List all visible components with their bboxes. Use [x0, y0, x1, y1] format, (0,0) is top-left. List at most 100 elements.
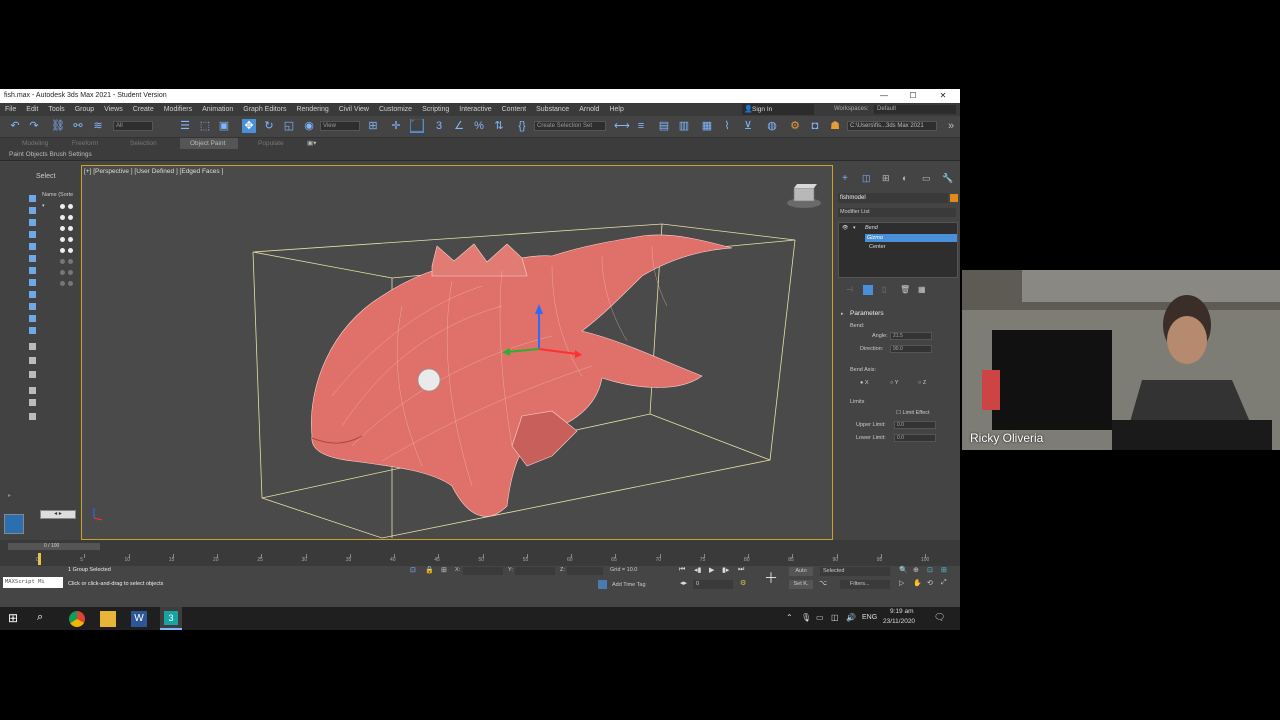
stack-item-gizmo[interactable]: Gizmo [865, 234, 957, 242]
rotate-icon[interactable]: ↻ [262, 119, 276, 133]
display-xrefs-icon[interactable] [29, 279, 36, 286]
upper-limit-spinner[interactable]: 0.0 [894, 421, 936, 429]
sign-in-dropdown[interactable]: 👤 Sign In [742, 104, 814, 115]
display-groups-icon[interactable] [29, 267, 36, 274]
window-crossing-icon[interactable]: ▣ [217, 119, 231, 133]
utilities-tab-icon[interactable]: 🔧 [942, 173, 953, 184]
track-bar[interactable]: 0510152025303540455055606570758085909510… [0, 553, 960, 566]
visibility-eye-icon[interactable] [60, 215, 65, 220]
ribbon-tab-freeform[interactable]: Freeform [72, 138, 98, 149]
select-by-name-icon[interactable]: ☰ [178, 119, 192, 133]
freeze-icon[interactable] [68, 259, 73, 264]
set-key-button[interactable]: Set K. [789, 580, 813, 589]
explorer-collapse-icon[interactable]: ▸ [8, 492, 11, 499]
motion-tab-icon[interactable]: ◐ [902, 173, 907, 183]
visibility-eye-icon[interactable] [60, 259, 65, 264]
tray-overflow-icon[interactable]: ⌃ [786, 613, 793, 622]
freeze-icon[interactable] [68, 237, 73, 242]
menu-customize[interactable]: Customize [374, 103, 417, 116]
freeze-icon[interactable] [68, 270, 73, 275]
align-icon[interactable]: ≡ [634, 119, 648, 133]
display-shapes-icon[interactable] [29, 207, 36, 214]
stack-item-bend[interactable]: Bend [865, 225, 878, 231]
ribbon-tab-modeling[interactable]: Modeling [22, 138, 48, 149]
object-name-field[interactable]: fishmodel [838, 193, 948, 203]
visibility-eye-icon[interactable] [60, 270, 65, 275]
file-explorer-icon[interactable] [100, 611, 116, 627]
zoom-extents-all-icon[interactable]: ⊞ [941, 566, 947, 574]
stack-expand-icon[interactable]: ▾ [853, 225, 856, 231]
snaps-toggle-icon[interactable]: 3 [432, 119, 446, 133]
viewport-layout-tab[interactable] [4, 514, 24, 534]
add-time-tag-button[interactable]: Add Time Tag [612, 582, 646, 588]
menu-content[interactable]: Content [497, 103, 532, 116]
display-none-icon[interactable] [29, 357, 36, 364]
select-move-icon[interactable]: ✥ [242, 119, 256, 133]
key-mode-icon[interactable]: ◂▸ [680, 579, 687, 587]
create-tab-icon[interactable]: + [842, 173, 848, 184]
show-end-result-icon[interactable] [863, 285, 873, 295]
rectangular-selection-icon[interactable]: ⬚ [198, 119, 212, 133]
current-frame-field[interactable]: 0 [693, 580, 733, 589]
display-space-warps-icon[interactable] [29, 255, 36, 262]
selection-filter-dropdown[interactable]: All [113, 121, 153, 131]
maximize-viewport-icon[interactable]: ⤢ [941, 579, 947, 587]
angle-snap-icon[interactable]: ∠ [452, 119, 466, 133]
place-icon[interactable]: ◉ [302, 119, 316, 133]
workspaces-dropdown[interactable]: Default [874, 105, 956, 114]
menu-views[interactable]: Views [99, 103, 128, 116]
percent-snap-icon[interactable]: % [472, 119, 486, 133]
viewcube[interactable] [787, 184, 821, 208]
menu-graph-editors[interactable]: Graph Editors [238, 103, 291, 116]
display-all-icon[interactable] [29, 343, 36, 350]
curve-editor-icon[interactable]: ⌇ [720, 119, 734, 133]
maxscript-listener[interactable]: MAXScript Mi [3, 577, 63, 588]
rollout-collapse-icon[interactable]: ▸ [841, 311, 844, 317]
object-color-swatch[interactable] [950, 194, 958, 202]
modify-tab-icon[interactable]: ◫ [862, 173, 871, 184]
display-containers-icon[interactable] [29, 303, 36, 310]
menu-modifiers[interactable]: Modifiers [159, 103, 197, 116]
time-tag-icon[interactable] [598, 580, 607, 589]
toolbar-overflow-icon[interactable]: » [944, 119, 958, 133]
render-setup-icon[interactable]: ⚙ [788, 119, 802, 133]
material-editor-icon[interactable]: ◍ [765, 119, 779, 133]
freeze-icon[interactable] [68, 204, 73, 209]
project-path-field[interactable]: C:\Users\fis...3ds Max 2021 [847, 121, 937, 131]
display-hidden-icon[interactable] [29, 327, 36, 334]
layer-explorer-icon[interactable]: ▥ [677, 119, 691, 133]
ribbon-toggle-icon[interactable]: ▦ [700, 119, 714, 133]
ribbon-options-icon[interactable]: ▣▾ [307, 138, 316, 149]
angle-spinner[interactable]: 21.5 [890, 332, 932, 340]
visibility-eye-icon[interactable] [60, 248, 65, 253]
x-coordinate-field[interactable] [463, 567, 503, 575]
set-key-icon[interactable]: ＋ [764, 568, 778, 588]
stack-item-center[interactable]: Center [869, 244, 886, 250]
layer-scroll-control[interactable]: ◂ ▸ [40, 510, 76, 519]
hierarchy-tab-icon[interactable]: ⊞ [882, 173, 890, 184]
configure-modifier-sets-icon[interactable]: ▦ [918, 285, 926, 294]
menu-create[interactable]: Create [128, 103, 159, 116]
menu-substance[interactable]: Substance [531, 103, 574, 116]
field-of-view-icon[interactable]: ▷ [899, 579, 904, 587]
parameters-title[interactable]: Parameters [850, 310, 884, 317]
axis-x-radio[interactable]: ● X [860, 380, 869, 386]
next-frame-icon[interactable]: ▮▸ [722, 566, 729, 574]
display-lights-icon[interactable] [29, 219, 36, 226]
freeze-icon[interactable] [68, 281, 73, 286]
zoom-extents-icon[interactable]: ⊡ [927, 566, 933, 574]
lower-limit-spinner[interactable]: 0.0 [894, 434, 936, 442]
go-to-end-icon[interactable]: ⏭ [738, 566, 744, 574]
minimize-button[interactable]: — [877, 89, 891, 103]
menu-help[interactable]: Help [604, 103, 628, 116]
reference-coordinate-dropdown[interactable]: View [320, 121, 360, 131]
ribbon-tab-object-paint[interactable]: Object Paint [180, 138, 238, 149]
zoom-all-icon[interactable]: ⊕ [913, 566, 919, 574]
microphone-icon[interactable]: 🎙 [801, 613, 811, 622]
menu-civil-view[interactable]: Civil View [334, 103, 374, 116]
volume-icon[interactable]: 🔊 [846, 613, 856, 622]
word-icon[interactable]: W [131, 611, 147, 627]
find-icon[interactable] [29, 387, 36, 394]
stack-eye-icon[interactable]: 👁 [842, 225, 848, 231]
language-indicator[interactable]: ENG [862, 614, 877, 621]
